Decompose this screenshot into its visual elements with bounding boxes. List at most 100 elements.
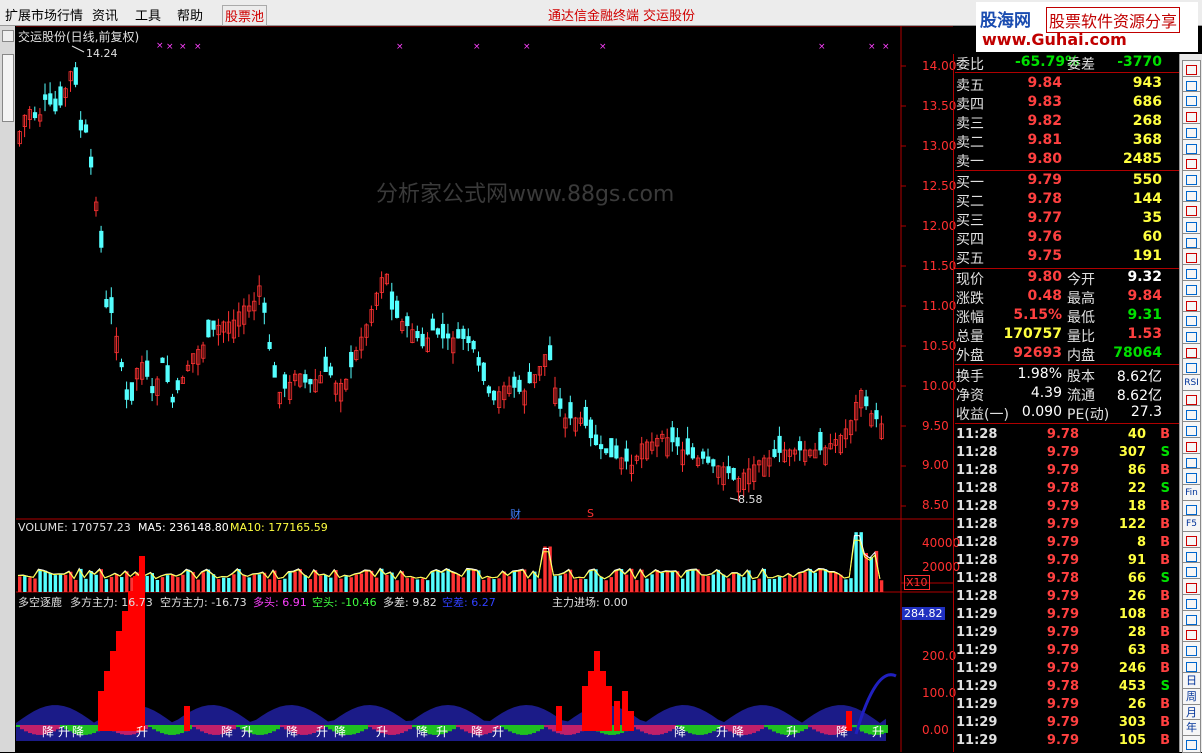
volume-bar (635, 580, 639, 592)
wave-bar (648, 725, 652, 735)
wave-bar (32, 725, 36, 735)
stat-value: 78064 (1113, 345, 1162, 361)
wave-bar (428, 725, 432, 735)
candle-body (690, 447, 696, 459)
volume-ma10-label: MA10: 177165.59 (230, 521, 328, 534)
candle-body (568, 402, 573, 419)
candle-body (466, 336, 471, 344)
tick-row: 11:28 9.78 40 B (955, 427, 1180, 445)
wave-bar (772, 725, 776, 732)
volume-bar (772, 578, 777, 592)
wave-bar (764, 725, 768, 728)
tick-row: 11:28 9.79 86 B (955, 463, 1180, 481)
toolbar-icon (1186, 80, 1197, 91)
volume-bar (206, 569, 211, 592)
logo-site-name: 股海网 (980, 11, 1031, 31)
toolbar-icon (1186, 614, 1197, 625)
volume-bar (558, 575, 562, 592)
volume-bar (650, 574, 654, 592)
tick-price: 9.79 (1046, 697, 1079, 712)
stat-label: 涨跌 (956, 291, 984, 307)
toolbar-icon (1186, 143, 1197, 154)
bull-bar (116, 631, 122, 731)
stat-label: 现价 (956, 272, 984, 288)
volume-bar (145, 575, 149, 592)
weicha-label: 委差 (1067, 57, 1095, 73)
candle-body (476, 357, 481, 366)
toolbar-icon (1186, 536, 1197, 546)
wave-bar (768, 725, 772, 730)
long-label: 多头: 6.91 (253, 596, 307, 609)
tick-direction: B (1160, 715, 1170, 730)
tick-time: 11:28 (956, 517, 998, 532)
low-price-label: 8.58 (738, 493, 763, 506)
toolbar-icon (1186, 740, 1197, 751)
bear-main-label: 空方主力: -16.73 (160, 596, 247, 609)
volume-bar (497, 578, 501, 592)
wave-bar (696, 725, 700, 735)
candle-body (731, 467, 736, 480)
signal-label: 降 (471, 725, 484, 739)
tick-row: 11:29 9.79 108 B (955, 607, 1180, 625)
volume-bar (624, 574, 629, 592)
price-axis-tick: 12.50 (922, 179, 957, 193)
wave-bar (164, 725, 168, 735)
weibi-label: 委比 (956, 57, 984, 73)
stat-row: 涨幅 5.15% 最低 9.31 (955, 307, 1180, 326)
candle-body (420, 333, 425, 347)
candle-body (593, 434, 599, 446)
wave-bar (148, 725, 152, 728)
volume-bar (879, 580, 884, 592)
menu-item-tools[interactable]: 工具 (135, 5, 161, 24)
fin-row: 换手 1.98% 股本 8.62亿 (955, 366, 1180, 385)
toolbar-icon (1186, 645, 1197, 656)
left-scrollbar[interactable] (0, 26, 15, 752)
volume-unit-badge[interactable]: X10 (904, 575, 930, 590)
tick-row: 11:28 9.78 22 S (955, 481, 1180, 499)
volume-bar (181, 574, 185, 592)
volume-bar (364, 570, 369, 592)
finance-marker[interactable]: 财 (510, 506, 521, 522)
wave-bar (524, 725, 528, 735)
wave-bar (760, 725, 764, 730)
candle-body (670, 427, 675, 443)
menu-item-help[interactable]: 帮助 (177, 5, 203, 24)
volume-bar (691, 569, 695, 592)
candle-body (706, 456, 711, 463)
signal-label: 降 (221, 725, 234, 739)
fin-label: PE(动) (1067, 407, 1110, 423)
wave-bar (548, 725, 552, 730)
stock-pool-button[interactable]: 股票池 (222, 5, 268, 26)
volume-bar (767, 579, 772, 592)
scroll-thumb[interactable] (2, 54, 14, 122)
candle-body (614, 445, 619, 459)
menu-item-extended-market[interactable]: 扩展市场行情 (5, 5, 83, 24)
wave-bar (808, 725, 812, 728)
tick-direction: B (1160, 427, 1170, 442)
tick-row: 11:28 9.79 8 B (955, 535, 1180, 553)
scroll-up-icon[interactable] (2, 30, 14, 42)
wave-bar (272, 725, 276, 732)
wave-bar (328, 725, 332, 730)
tick-direction: S (1160, 679, 1170, 694)
price-axis-tick: 10.50 (922, 339, 957, 353)
candle-body (206, 319, 211, 338)
tick-volume: 40 (1127, 427, 1146, 442)
bull-bar (104, 671, 110, 731)
signal-label: 降 (72, 725, 85, 739)
candle-body (604, 448, 609, 454)
bid-price: 9.75 (1027, 248, 1062, 264)
stat-label: 外盘 (956, 348, 984, 364)
low-pointer (729, 497, 739, 501)
volume-bar (53, 575, 58, 592)
wave-bar (192, 725, 196, 728)
menu-item-news[interactable]: 资讯 (92, 5, 118, 24)
volume-bar (176, 577, 180, 592)
toolbar-button[interactable] (1182, 735, 1201, 753)
candle-body (445, 333, 451, 339)
candle-body (282, 374, 288, 389)
volume-bar (201, 572, 205, 592)
volume-bar (120, 577, 124, 592)
volume-bar (58, 574, 63, 592)
volume-bar (94, 574, 98, 592)
